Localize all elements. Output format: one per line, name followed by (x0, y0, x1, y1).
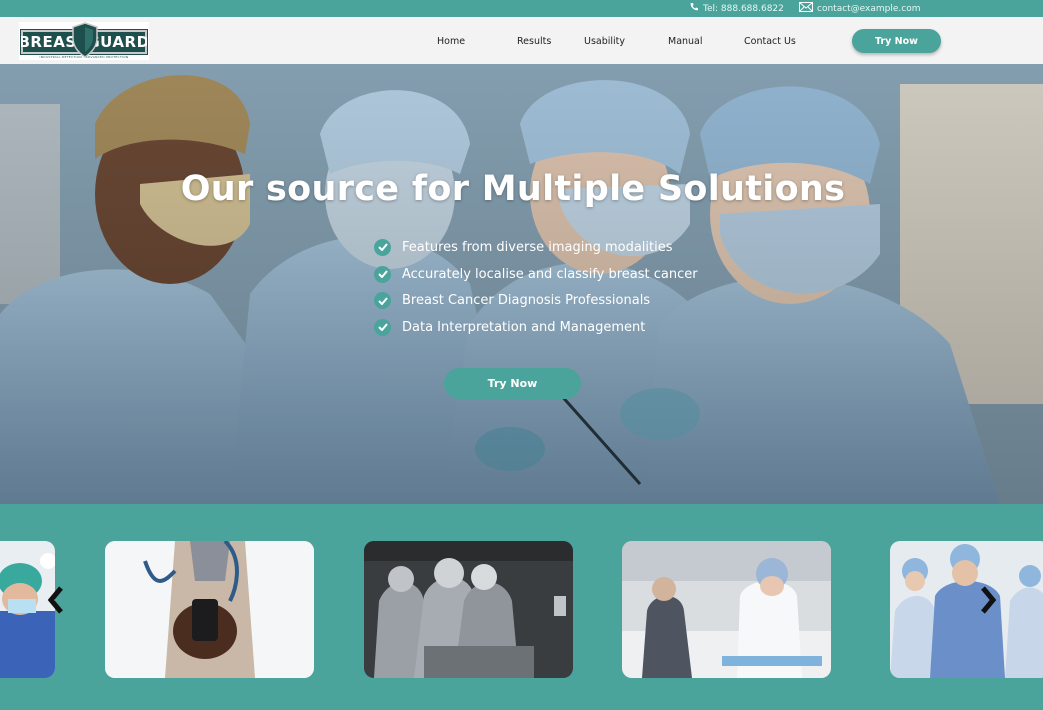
shield-icon (72, 22, 98, 58)
check-circle-icon (374, 318, 391, 336)
feature-item: Breast Cancer Diagnosis Professionals (374, 287, 698, 314)
chevron-right-icon (981, 586, 997, 614)
carousel-next-button[interactable] (975, 582, 1001, 618)
feature-item: Features from diverse imaging modalities (374, 234, 698, 261)
nav-results[interactable]: Results (517, 36, 551, 47)
feature-item: Accurately localise and classify breast … (374, 261, 698, 288)
feature-text: Breast Cancer Diagnosis Professionals (402, 293, 651, 309)
carousel-image[interactable] (105, 541, 314, 678)
nav-home[interactable]: Home (437, 36, 465, 47)
phone-icon (689, 2, 699, 15)
check-circle-icon (374, 292, 391, 310)
carousel-image[interactable] (364, 541, 573, 678)
envelope-icon (799, 2, 813, 15)
carousel-image[interactable] (890, 541, 1043, 678)
check-circle-icon (374, 238, 391, 256)
carousel-image[interactable] (622, 541, 831, 678)
hero-title: Our source for Multiple Solutions (180, 169, 846, 209)
top-contact-bar: Tel: 888.688.6822 contact@example.com (0, 0, 1043, 17)
phone-text: Tel: 888.688.6822 (703, 3, 784, 14)
nav-usability[interactable]: Usability (584, 36, 625, 47)
check-circle-icon (374, 265, 391, 283)
chevron-left-icon (47, 586, 63, 614)
feature-list: Features from diverse imaging modalities… (374, 234, 698, 341)
carousel-prev-button[interactable] (43, 582, 69, 618)
nav-contact-us[interactable]: Contact Us (744, 36, 796, 47)
email-contact[interactable]: contact@example.com (799, 2, 921, 15)
email-text: contact@example.com (817, 3, 921, 14)
main-navbar: BREASTGUARD INDUSTRIAL DETECTION · ADVAN… (0, 17, 1043, 64)
hero-section: Our source for Multiple Solutions Featur… (0, 64, 1043, 504)
try-now-hero-button[interactable]: Try Now (444, 368, 581, 399)
brand-logo[interactable]: BREASTGUARD INDUSTRIAL DETECTION · ADVAN… (19, 22, 149, 60)
try-now-nav-button[interactable]: Try Now (852, 29, 941, 53)
feature-item: Data Interpretation and Management (374, 314, 698, 341)
feature-text: Data Interpretation and Management (402, 319, 646, 335)
image-carousel (0, 504, 1043, 710)
feature-text: Features from diverse imaging modalities (402, 239, 673, 255)
feature-text: Accurately localise and classify breast … (402, 266, 698, 282)
nav-manual[interactable]: Manual (668, 36, 703, 47)
phone-contact[interactable]: Tel: 888.688.6822 (689, 2, 784, 15)
logo-tagline: INDUSTRIAL DETECTION · ADVANCED PROTECTI… (39, 55, 129, 59)
